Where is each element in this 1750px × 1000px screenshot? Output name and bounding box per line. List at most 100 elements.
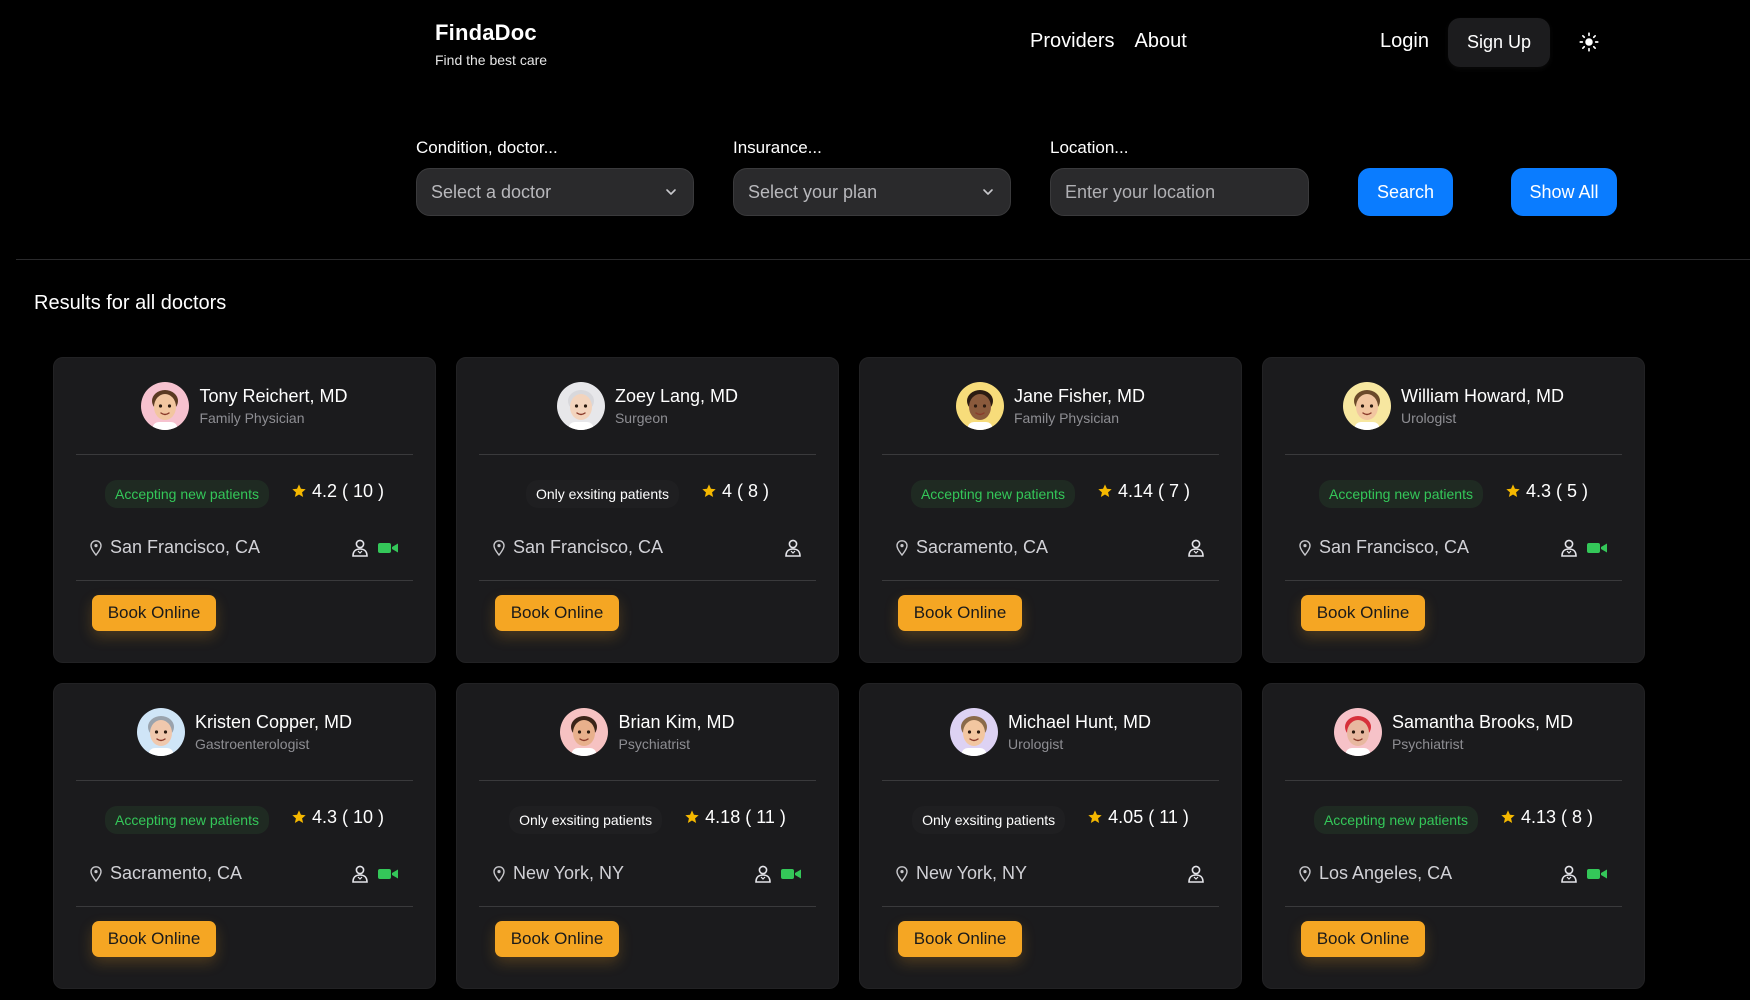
avatar-face-icon (949, 708, 998, 756)
doctor-name[interactable]: Michael Hunt, MD (1008, 712, 1151, 733)
status-row: Only exsiting patients 4 ( 8 ) (479, 455, 816, 508)
star-icon (1098, 484, 1112, 497)
doctor-specialty: Urologist (1400, 410, 1457, 426)
book-online-button[interactable]: Book Online (495, 595, 619, 631)
rating-value: 4.2 (311, 480, 337, 501)
rating: 4.2 ( 10 ) (291, 481, 384, 502)
rating: 4.13 ( 8 ) (1500, 807, 1593, 828)
doctor-name[interactable]: William Howard, MD (1401, 386, 1564, 407)
video-visit-icon (781, 868, 801, 879)
book-online-button[interactable]: Book Online (898, 595, 1022, 631)
doctor-card-header: Tony Reichert, MD Family Physician (76, 358, 413, 455)
book-online-button[interactable]: Book Online (898, 921, 1022, 957)
login-link[interactable]: Login (1380, 30, 1429, 53)
avatar-face-icon (141, 382, 190, 430)
book-online-button[interactable]: Book Online (1301, 921, 1425, 957)
map-pin-icon (1299, 865, 1311, 882)
doctor-grid: Tony Reichert, MD Family Physician Accep… (53, 357, 1645, 989)
doctor-card-header: Jane Fisher, MD Family Physician (882, 358, 1219, 455)
book-online-button[interactable]: Book Online (92, 921, 216, 957)
avatar[interactable] (141, 382, 190, 430)
doctor-name[interactable]: Brian Kim, MD (618, 712, 734, 733)
doctor-info: Jane Fisher, MD Family Physician (1014, 386, 1145, 426)
doctor-card-header: Kristen Copper, MD Gastroenterologist (76, 684, 413, 781)
doctor-name[interactable]: Jane Fisher, MD (1014, 386, 1145, 407)
video-visit-icon (1587, 868, 1607, 879)
avatar[interactable] (1333, 708, 1382, 756)
avatar[interactable] (556, 382, 605, 430)
in-person-visit-icon (1561, 865, 1577, 883)
theme-toggle[interactable] (1576, 29, 1602, 55)
brand[interactable]: FindaDoc Find the best care (435, 20, 547, 68)
review-count: ( 11 ) (745, 806, 786, 827)
doctor-name[interactable]: Samantha Brooks, MD (1392, 712, 1573, 733)
doctor-card-header: Brian Kim, MD Psychiatrist (479, 684, 816, 781)
visit-modes (1187, 539, 1205, 557)
doctor-card-header: Zoey Lang, MD Surgeon (479, 358, 816, 455)
location: Sacramento, CA (90, 863, 242, 884)
signup-button[interactable]: Sign Up (1448, 18, 1550, 67)
book-online-button[interactable]: Book Online (92, 595, 216, 631)
map-pin-icon (90, 539, 102, 556)
in-person-visit-icon (1188, 539, 1204, 557)
search-button[interactable]: Search (1358, 168, 1453, 216)
map-pin-icon (896, 539, 908, 556)
doctor-card-details: Accepting new patients 4.2 ( 10 ) San Fr… (76, 455, 413, 581)
avatar-face-icon (1333, 708, 1382, 756)
review-count: ( 8 ) (737, 480, 770, 501)
doctor-specialty: Gastroenterologist (194, 736, 310, 752)
status-row: Only exsiting patients 4.05 ( 11 ) (882, 781, 1219, 834)
status-badge: Only exsiting patients (525, 480, 680, 508)
avatar[interactable] (560, 708, 609, 756)
doctor-specialty: Psychiatrist (618, 736, 691, 752)
avatar[interactable] (949, 708, 998, 756)
map-pin-icon (896, 865, 908, 882)
status-row: Only exsiting patients 4.18 ( 11 ) (479, 781, 816, 834)
in-person-visit-icon (352, 865, 368, 883)
doctor-info: William Howard, MD Urologist (1401, 386, 1564, 426)
avatar[interactable] (955, 382, 1004, 430)
review-count: ( 5 ) (1556, 480, 1589, 501)
avatar[interactable] (1342, 382, 1391, 430)
status-row: Accepting new patients 4.13 ( 8 ) (1285, 781, 1622, 834)
map-pin-icon (90, 865, 102, 882)
rating-value: 4.14 (1117, 480, 1153, 501)
avatar-face-icon (955, 382, 1004, 430)
nav-providers[interactable]: Providers (1030, 30, 1114, 53)
location-text: Sacramento, CA (916, 537, 1049, 557)
visit-modes (1560, 865, 1608, 883)
insurance-label: Insurance... (733, 138, 822, 157)
doctor-specialty: Family Physician (1013, 410, 1119, 426)
location-input[interactable] (1050, 168, 1309, 216)
doctor-select[interactable]: Select a doctor (416, 168, 694, 216)
doctor-info: Zoey Lang, MD Surgeon (615, 386, 738, 426)
rating: 4 ( 8 ) (701, 481, 769, 502)
nav-about[interactable]: About (1134, 30, 1186, 53)
show-all-button[interactable]: Show All (1511, 168, 1617, 216)
doctor-card-details: Only exsiting patients 4 ( 8 ) San Franc… (479, 455, 816, 581)
in-person-visit-icon (755, 865, 771, 883)
map-pin-icon (493, 865, 505, 882)
doctor-card-details: Accepting new patients 4.14 ( 7 ) Sacram… (882, 455, 1219, 581)
doctor-info: Brian Kim, MD Psychiatrist (618, 712, 734, 752)
location-text: San Francisco, CA (1319, 537, 1470, 557)
avatar[interactable] (136, 708, 185, 756)
doctor-name[interactable]: Kristen Copper, MD (195, 712, 352, 733)
star-icon (292, 484, 306, 497)
doctor-name[interactable]: Zoey Lang, MD (615, 386, 738, 407)
in-person-visit-icon (785, 539, 801, 557)
avatar-face-icon (1342, 382, 1391, 430)
location: New York, NY (493, 863, 624, 884)
insurance-select[interactable]: Select your plan (733, 168, 1011, 216)
location-text: San Francisco, CA (110, 537, 261, 557)
rating: 4.18 ( 11 ) (684, 807, 786, 828)
doctor-card: Michael Hunt, MD Urologist Only exsiting… (859, 683, 1242, 989)
book-online-button[interactable]: Book Online (1301, 595, 1425, 631)
location-text: Los Angeles, CA (1319, 863, 1453, 883)
star-icon (1088, 810, 1102, 823)
doctor-card-header: Samantha Brooks, MD Psychiatrist (1285, 684, 1622, 781)
star-icon (1501, 810, 1515, 823)
rating-value: 4.3 (311, 806, 337, 827)
book-online-button[interactable]: Book Online (495, 921, 619, 957)
doctor-name[interactable]: Tony Reichert, MD (199, 386, 347, 407)
